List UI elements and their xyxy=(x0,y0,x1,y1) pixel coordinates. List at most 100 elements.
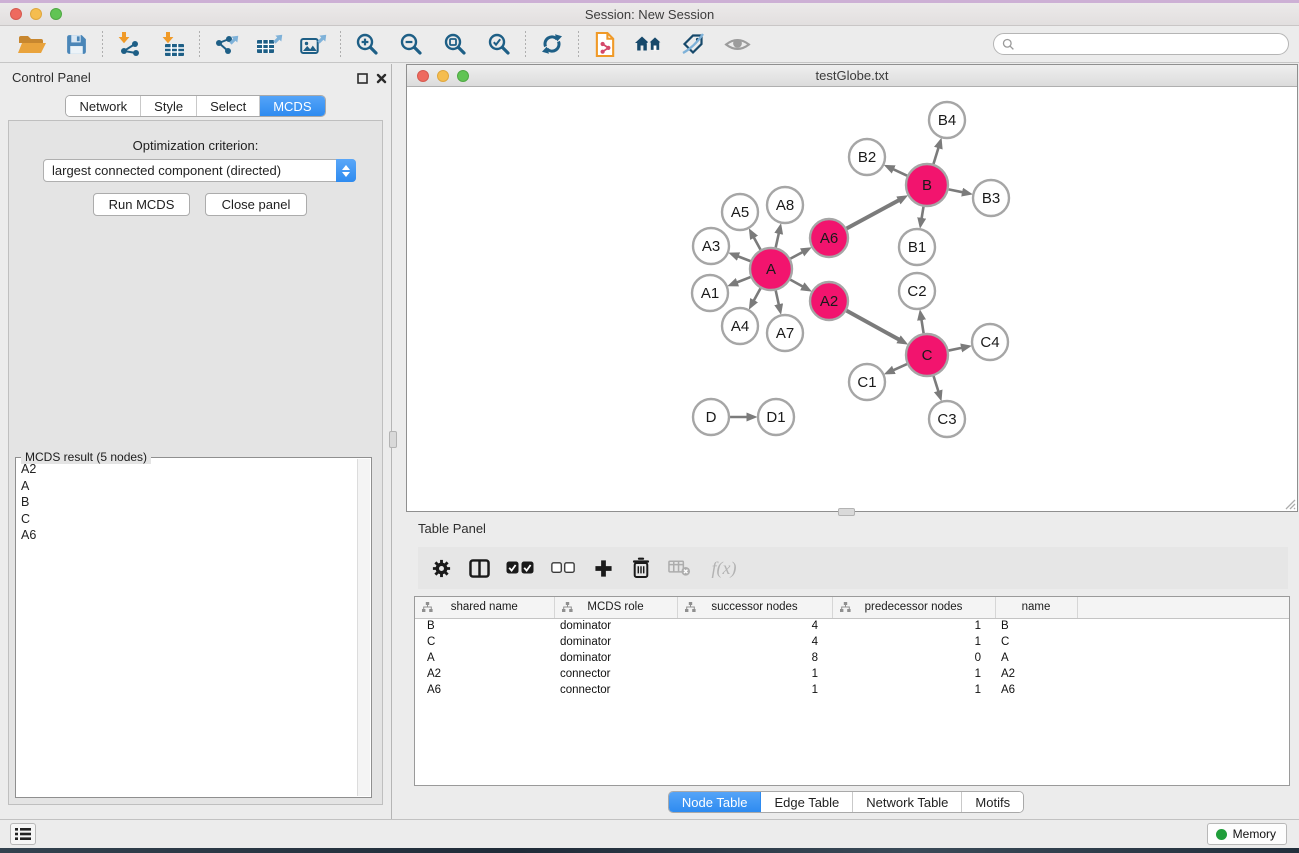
graph-edge-B-B4[interactable] xyxy=(933,147,938,164)
graph-node-A6[interactable]: A6 xyxy=(810,219,848,257)
add-column-button[interactable] xyxy=(588,553,618,583)
graph-edge-A6-B[interactable] xyxy=(847,200,900,229)
graph-edge-A-A1[interactable] xyxy=(736,277,750,283)
graph-node-A5[interactable]: A5 xyxy=(722,194,758,230)
refresh-layout-button[interactable] xyxy=(530,28,574,60)
export-table-button[interactable] xyxy=(248,28,292,60)
deselect-all-button[interactable] xyxy=(546,553,580,583)
graph-node-B[interactable]: B xyxy=(906,164,948,206)
delete-table-button[interactable] xyxy=(664,553,694,583)
graph-edge-A-A8[interactable] xyxy=(776,232,779,247)
graph-edge-A-A2[interactable] xyxy=(790,280,803,287)
table-row[interactable]: Bdominator41B xyxy=(415,618,1289,634)
network-from-selection-button[interactable] xyxy=(583,28,627,60)
table-row[interactable]: Cdominator41C xyxy=(415,634,1289,650)
result-scrollbar[interactable] xyxy=(357,459,370,796)
table-row[interactable]: A6connector11A6 xyxy=(415,682,1289,698)
toggle-visibility-button[interactable] xyxy=(715,28,759,60)
zoom-out-button[interactable] xyxy=(389,28,433,60)
graph-edge-B-B3[interactable] xyxy=(949,189,964,192)
zoom-in-button[interactable] xyxy=(345,28,389,60)
tab-network-table[interactable]: Network Table xyxy=(853,792,962,812)
mcds-result-item[interactable]: A xyxy=(17,478,356,495)
graph-node-A1[interactable]: A1 xyxy=(692,275,728,311)
zoom-selected-button[interactable] xyxy=(477,28,521,60)
optimization-criterion-select[interactable]: largest connected component (directed) xyxy=(43,159,356,182)
table-row[interactable]: A2connector11A2 xyxy=(415,666,1289,682)
network-graph[interactable]: B4 B2 B B3 A5A8A6 B1 A3 A A1 C2 A2 A4A7 C4 C C1 C3 D D1 xyxy=(407,87,1297,511)
graph-node-C3[interactable]: C3 xyxy=(929,401,965,437)
mcds-result-item[interactable]: B xyxy=(17,494,356,511)
graph-node-A7[interactable]: A7 xyxy=(767,315,803,351)
column-header-name[interactable]: name xyxy=(995,597,1077,618)
column-header-successor-nodes[interactable]: successor nodes xyxy=(677,597,832,618)
close-panel-button[interactable] xyxy=(374,71,388,85)
import-table-button[interactable] xyxy=(151,28,195,60)
show-columns-button[interactable] xyxy=(464,553,494,583)
column-header-predecessor-nodes[interactable]: predecessor nodes xyxy=(832,597,995,618)
graph-node-B1[interactable]: B1 xyxy=(899,229,935,265)
tab-network[interactable]: Network xyxy=(66,96,141,116)
import-network-button[interactable] xyxy=(107,28,151,60)
graph-node-C1[interactable]: C1 xyxy=(849,364,885,400)
graph-node-C2[interactable]: C2 xyxy=(899,273,935,309)
graph-edge-A-A5[interactable] xyxy=(753,237,760,250)
tab-mcds[interactable]: MCDS xyxy=(260,96,324,116)
graph-node-A8[interactable]: A8 xyxy=(767,187,803,223)
table-settings-button[interactable] xyxy=(426,553,456,583)
graph-node-A2[interactable]: A2 xyxy=(810,282,848,320)
float-panel-button[interactable] xyxy=(355,71,369,85)
mcds-result-item[interactable]: A2 xyxy=(17,461,356,478)
graph-node-D[interactable]: D xyxy=(693,399,729,435)
graph-node-A3[interactable]: A3 xyxy=(693,228,729,264)
mcds-result-item[interactable]: C xyxy=(17,511,356,528)
export-network-button[interactable] xyxy=(204,28,248,60)
graph-edge-A2-C[interactable] xyxy=(847,311,900,340)
tab-select[interactable]: Select xyxy=(197,96,260,116)
graph-edge-A-A7[interactable] xyxy=(776,290,779,305)
run-mcds-button[interactable]: Run MCDS xyxy=(93,193,190,216)
close-panel-button-mcds[interactable]: Close panel xyxy=(205,193,307,216)
function-builder-button[interactable]: f(x) xyxy=(702,553,746,583)
tab-node-table[interactable]: Node Table xyxy=(669,792,762,812)
tab-edge-table[interactable]: Edge Table xyxy=(761,792,853,812)
graph-node-A[interactable]: A xyxy=(750,248,792,290)
graph-edge-C-C3[interactable] xyxy=(934,376,939,392)
search-box[interactable] xyxy=(993,33,1289,55)
graph-edge-A-A3[interactable] xyxy=(737,256,750,261)
tab-motifs[interactable]: Motifs xyxy=(962,792,1023,812)
graph-node-D1[interactable]: D1 xyxy=(758,399,794,435)
tab-style[interactable]: Style xyxy=(141,96,197,116)
graph-edge-C-C1[interactable] xyxy=(893,364,907,370)
search-input[interactable] xyxy=(1020,37,1280,51)
zoom-fit-button[interactable] xyxy=(433,28,477,60)
column-header-shared-name[interactable]: shared name xyxy=(415,597,554,618)
graph-node-B3[interactable]: B3 xyxy=(973,180,1009,216)
mcds-result-item[interactable]: A6 xyxy=(17,527,356,544)
graph-node-A4[interactable]: A4 xyxy=(722,308,758,344)
window-resize-grip[interactable] xyxy=(1283,497,1296,510)
graph-edge-C-C4[interactable] xyxy=(949,348,963,351)
select-all-button[interactable] xyxy=(502,553,538,583)
export-image-button[interactable] xyxy=(292,28,336,60)
column-header-mcds-role[interactable]: MCDS role xyxy=(554,597,677,618)
graph-node-B4[interactable]: B4 xyxy=(929,102,965,138)
memory-button[interactable]: Memory xyxy=(1207,823,1287,845)
networks-overview-button[interactable] xyxy=(627,28,671,60)
graph-edge-A-A4[interactable] xyxy=(753,288,760,301)
network-window-titlebar[interactable]: testGlobe.txt xyxy=(407,65,1297,87)
network-canvas[interactable]: B4 B2 B B3 A5A8A6 B1 A3 A A1 C2 A2 A4A7 C4 C C1 C3 D D1 xyxy=(407,87,1297,511)
graph-edge-B-B1[interactable] xyxy=(921,207,923,220)
graph-node-C4[interactable]: C4 xyxy=(972,324,1008,360)
graph-edge-A-A6[interactable] xyxy=(790,252,803,259)
vertical-splitter-grip[interactable] xyxy=(389,431,397,448)
table-row[interactable]: Adominator80A xyxy=(415,650,1289,666)
toggle-labels-button[interactable] xyxy=(671,28,715,60)
open-session-button[interactable] xyxy=(10,28,54,60)
graph-edge-B-B2[interactable] xyxy=(892,169,907,176)
graph-node-B2[interactable]: B2 xyxy=(849,139,885,175)
graph-node-C[interactable]: C xyxy=(906,334,948,376)
save-session-button[interactable] xyxy=(54,28,98,60)
task-history-button[interactable] xyxy=(10,823,36,845)
mcds-result-list[interactable]: A2ABCA6 xyxy=(17,461,356,796)
